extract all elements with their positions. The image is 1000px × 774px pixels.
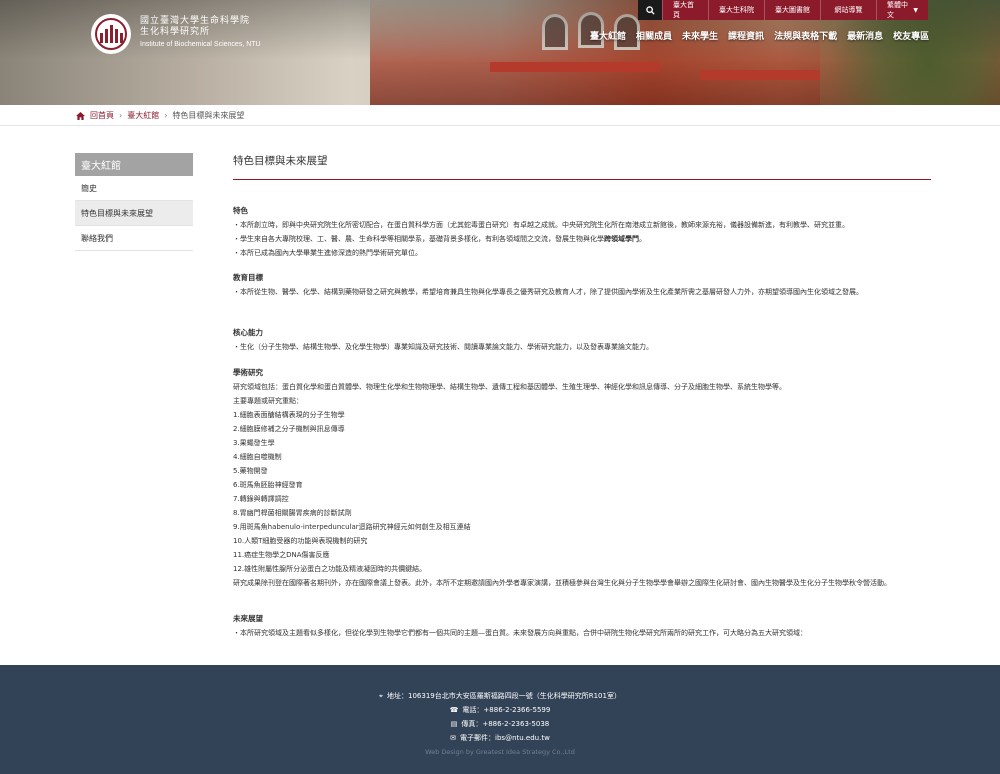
sidebar-item-contact[interactable]: 聯絡我們 — [75, 226, 193, 251]
home-icon — [76, 111, 85, 120]
section-heading: 學術研究 — [233, 368, 263, 377]
logo-institute-name: 生化科學研究所 — [140, 27, 211, 37]
search-icon — [645, 5, 655, 15]
list-item: 5.藥物開發 — [233, 467, 268, 475]
banner-strip — [700, 70, 820, 80]
breadcrumb: 回首頁 › 臺大紅館 › 特色目標與未來展望 — [76, 110, 244, 121]
topbar-link-ntu[interactable]: 臺大首頁 — [662, 0, 708, 20]
main-nav: 臺大紅館 相關成員 未來學生 課程資訊 法規與表格下載 最新消息 校友專區 — [590, 29, 929, 42]
fax-text: 傳真：+886-2-2363-5038 — [461, 720, 550, 728]
paragraph: ・生化（分子生物學、結構生物學、及化學生物學）專業知識及研究技術、閱讀專業論文能… — [233, 343, 653, 351]
envelope-icon: ✉ — [450, 734, 457, 742]
list-item: 2.細胞膜修補之分子機制與訊息傳導 — [233, 425, 345, 433]
fax-icon: ▤ — [450, 720, 458, 728]
footer-fax: ▤ 傳真：+886-2-2363-5038 — [0, 717, 1000, 731]
section-features: 特色 ・本所創立時，即與中央研究院生化所密切配合，在蛋白質科學方面（尤其蛇毒蛋白… — [233, 205, 933, 260]
logo-english-name: Institute of Biochemical Sciences, NTU — [140, 41, 261, 48]
logo-emblem-icon — [99, 25, 123, 43]
sidebar-item-history[interactable]: 簡史 — [75, 176, 193, 201]
topbar-link-library[interactable]: 臺大圖書館 — [764, 0, 820, 20]
list-item: 12.雄性附屬性腺所分泌蛋白之功能及精液凝固時的共價鍵結。 — [233, 565, 427, 573]
divider — [0, 125, 1000, 126]
section-heading: 特色 — [233, 206, 248, 215]
paragraph: ・學生來自各大專院校理、工、醫、農、生命科學等相關學系，基礎背景多樣化，有利各領… — [233, 235, 646, 243]
section-heading: 核心能力 — [233, 328, 263, 337]
breadcrumb-home[interactable]: 回首頁 — [90, 110, 114, 121]
list-item: 9.用斑馬魚habenulo-interpeduncular迴路研究神經元如何創… — [233, 523, 471, 531]
footer-phone: ☎ 電話：+886-2-2366-5599 — [0, 703, 1000, 717]
language-select[interactable]: 繁體中文 ▼ — [876, 0, 928, 20]
chevron-right-icon: › — [164, 111, 168, 120]
list-item: 7.轉錄與轉譯調控 — [233, 495, 289, 503]
section-research: 學術研究 研究領域包括：蛋白質化學和蛋白質體學、物理生化學和生物物理學、結構生物… — [233, 367, 933, 590]
paragraph: ・本所創立時，即與中央研究院生化所密切配合，在蛋白質科學方面（尤其蛇毒蛋白研究）… — [233, 221, 849, 229]
list-item: 8.胃幽門桿菌相關腸胃疾病的診斷試劑 — [233, 509, 352, 517]
sidebar-item-goals[interactable]: 特色目標與未來展望 — [75, 201, 193, 226]
paragraph: 研究領域包括：蛋白質化學和蛋白質體學、物理生化學和生物物理學、結構生物學、遺傳工… — [233, 383, 786, 391]
paragraph: ・本所從生物、醫學、化學、結構到藥物研發之研究與教學，希望培育兼具生物與化學專長… — [233, 288, 863, 296]
logo-university-name: 國立臺灣大學生命科學院 — [140, 16, 251, 26]
breadcrumb-current: 特色目標與未來展望 — [172, 111, 245, 120]
chevron-right-icon: › — [119, 111, 123, 120]
section-core: 核心能力 ・生化（分子生物學、結構生物學、及化學生物學）專業知識及研究技術、閱讀… — [233, 327, 933, 354]
phone-icon: ☎ — [449, 706, 459, 714]
footer-credit[interactable]: Web Design by Greatest Idea Strategy Co.… — [0, 748, 1000, 756]
address-text: 地址：106319台北市大安區羅斯福路四段一號（生化科學研究所R101室） — [387, 692, 621, 700]
paragraph: ・本所研究領域及主題看似多樣化，但從化學到生物學它們都有一個共同的主題—蛋白質。… — [233, 629, 807, 637]
title-underline — [233, 179, 931, 180]
map-pin-icon: ⌖ — [379, 692, 383, 700]
list-item: 1.細胞表面醣結構表現的分子生物學 — [233, 411, 345, 419]
banner-strip — [490, 62, 660, 72]
email-link[interactable]: 電子郵件：ibs@ntu.edu.tw — [460, 731, 550, 745]
paragraph: 研究成果除刊登在國際著名期刊外，亦在國際會議上發表。此外，本所不定期邀請國內外學… — [233, 579, 891, 587]
site-footer: ⌖ 地址：106319台北市大安區羅斯福路四段一號（生化科學研究所R101室） … — [0, 665, 1000, 774]
nav-item-future-students[interactable]: 未來學生 — [682, 29, 718, 42]
nav-item-red-house[interactable]: 臺大紅館 — [590, 29, 626, 42]
page-title: 特色目標與未來展望 — [233, 155, 328, 167]
search-button[interactable] — [638, 0, 662, 20]
paragraph: ・本所已成為國內大學畢業生進修深造的熱門學術研究單位。 — [233, 249, 422, 257]
sidebar: 臺大紅館 簡史 特色目標與未來展望 聯絡我們 — [75, 153, 193, 251]
section-heading: 未來展望 — [233, 614, 263, 623]
nav-item-courses[interactable]: 課程資訊 — [728, 29, 764, 42]
utility-bar: 臺大首頁 臺大生科院 臺大圖書館 網站導覽 繁體中文 ▼ — [638, 0, 928, 20]
site-header: 國立臺灣大學生命科學院 生化科學研究所 Institute of Biochem… — [0, 0, 1000, 105]
phone-text: 電話：+886-2-2366-5599 — [462, 706, 551, 714]
list-item: 3.果蠅發生學 — [233, 439, 275, 447]
list-item: 11.癌症生物學之DNA傷害反應 — [233, 551, 330, 559]
breadcrumb-parent[interactable]: 臺大紅館 — [127, 110, 159, 121]
nav-item-news[interactable]: 最新消息 — [847, 29, 883, 42]
section-future: 未來展望 ・本所研究領域及主題看似多樣化，但從化學到生物學它們都有一個共同的主題… — [233, 613, 933, 640]
caret-down-icon: ▼ — [913, 6, 918, 14]
language-label: 繁體中文 — [887, 1, 908, 19]
emphasis-text: 跨領域學門 — [604, 235, 639, 243]
list-item: 10.人類T細胞受器的功能與表現機制的研究 — [233, 537, 368, 545]
institute-logo[interactable] — [91, 14, 131, 54]
nav-item-alumni[interactable]: 校友專區 — [893, 29, 929, 42]
nav-item-regulations[interactable]: 法規與表格下載 — [774, 29, 837, 42]
logo-text[interactable]: 國立臺灣大學生命科學院 生化科學研究所 Institute of Biochem… — [140, 16, 261, 50]
footer-address: ⌖ 地址：106319台北市大安區羅斯福路四段一號（生化科學研究所R101室） — [0, 689, 1000, 703]
nav-item-members[interactable]: 相關成員 — [636, 29, 672, 42]
sidebar-title: 臺大紅館 — [75, 153, 193, 176]
list-item: 6.斑馬魚胚胎神經發育 — [233, 481, 303, 489]
footer-email: ✉ 電子郵件：ibs@ntu.edu.tw — [0, 731, 1000, 745]
section-goals: 教育目標 ・本所從生物、醫學、化學、結構到藥物研發之研究與教學，希望培育兼具生物… — [233, 272, 933, 299]
main-content: 特色目標與未來展望 — [233, 153, 931, 180]
paragraph: 主要專題或研究重點： — [233, 397, 303, 405]
topbar-link-college[interactable]: 臺大生科院 — [708, 0, 764, 20]
topbar-link-sitemap[interactable]: 網站導覽 — [820, 0, 876, 20]
section-heading: 教育目標 — [233, 273, 263, 282]
list-item: 4.細胞自噬機制 — [233, 453, 282, 461]
